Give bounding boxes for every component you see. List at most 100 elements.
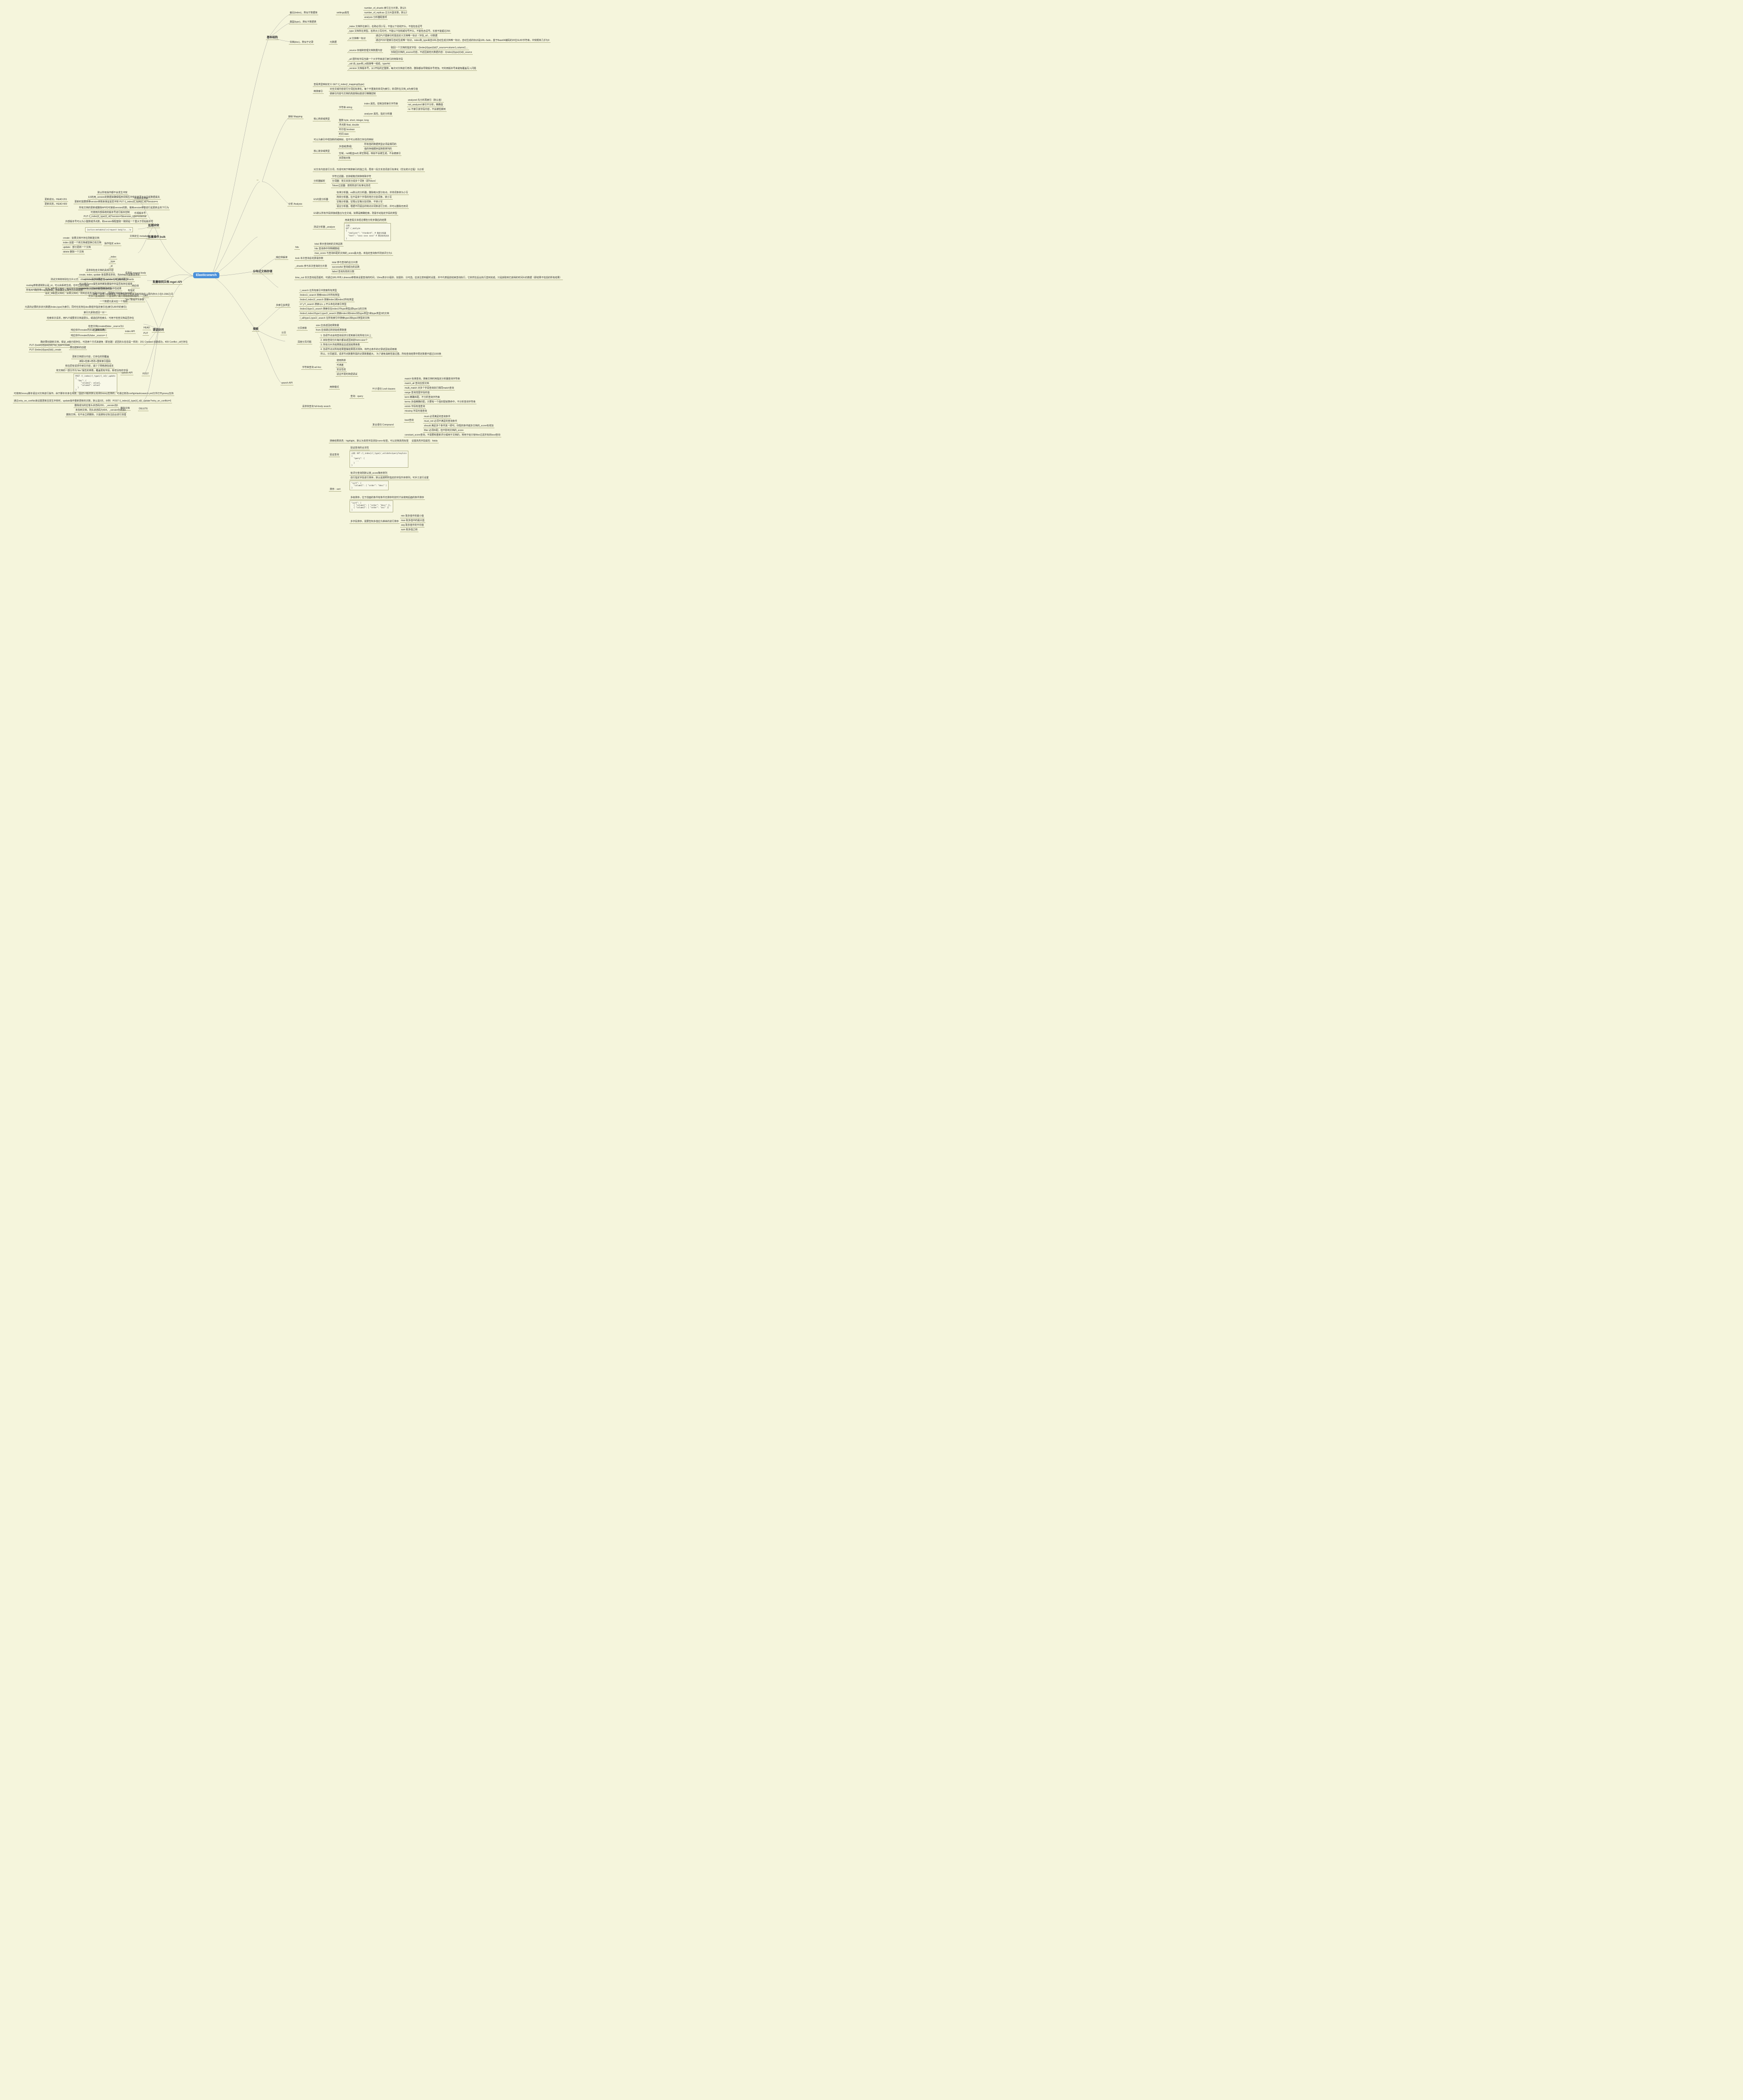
- n-fullbody: 请求体查询 full-body search: [301, 405, 332, 409]
- branch-basic-structure: 基本结构: [266, 35, 279, 40]
- n-cfl-opt-4: 所有文档的更新或删除API均可接受version的数，使用version参数进行…: [78, 206, 170, 210]
- n-mapping: 映射 Mapping: [287, 115, 304, 119]
- n-bulk-id-l: _id: [109, 265, 114, 269]
- n-const: constant_score查询，不需要和重新评分或用于文档的，常用于给只有fi…: [404, 433, 501, 437]
- n-verb-opr-2: PUT /{index}/{type}/{id}/_create: [29, 349, 62, 352]
- n-bulk-req-1: 请求体包含文档的具体内容: [85, 269, 115, 273]
- n-adhoc-4: 适合开发时简便调试: [336, 373, 358, 377]
- n-cfl-opt-2: ES利用_version的数据来确保程序间相互冲突的变更不会引起数据丢失: [87, 195, 161, 200]
- n-verb-cr-2: 响应体中created为false _source=-1: [70, 334, 108, 338]
- n-page: 分页: [281, 331, 287, 335]
- n-ana-step2: 分词器：将文本拆分成多个词条（即Token）: [331, 179, 378, 184]
- n-ana-test-h: 用来查看文本经过哪些分析步骤后的结果: [344, 218, 387, 223]
- n-cfl-opt-3a: 更新成功，HEAD:201: [44, 198, 68, 202]
- n-m-uid: _uid 由_type和_id连接唯一组成，type#id: [347, 62, 391, 66]
- n-mget-2: 一个数据元素对应一个规则: [99, 300, 128, 304]
- n-bool-must: must 必须满足的查询条件: [423, 415, 451, 419]
- n-dist-sh-total: total 参与查询的总分片数: [331, 261, 359, 265]
- n-mget-4: 索引元素取返回一对一: [83, 311, 108, 315]
- n-leaf-mm: multi_match 对多个字段查询执行相同match查询: [404, 386, 455, 390]
- n-sort-min: min 取多值中的最小值: [400, 514, 424, 518]
- n-mapping-idx: 倒排索引: [313, 90, 324, 94]
- n-verb-update-4: 将文档的一部分作为"doc"属性的参数，覆盖局有字段，新增没有的字段: [55, 369, 129, 373]
- n-mapping-core: 核心简单域类型: [313, 117, 331, 121]
- n-m-source-1: 取回一个文档的指定字段：/{index}/{type}/{id}?_source…: [390, 46, 469, 50]
- n-deep-1: 1. 协调节点会将查询请求分发到索引的所有分片上: [320, 334, 373, 338]
- n-leaf-match: match 标准查询，搜索文档时用指定分析器查询字符串: [404, 377, 461, 381]
- n-verb-post: POST: [142, 373, 150, 376]
- n-idx-not: not_analyzed 索引不分析，精确值: [407, 103, 444, 107]
- n-leaf-matchall: match_all 查询全部文档: [404, 382, 430, 386]
- n-cfl-opt-3b: 更新失败，HEAD:409: [44, 202, 68, 207]
- n-mget-3: 元素的必要的多状元数据(Index,type)为索引；同时也支持在doc数组中指…: [24, 305, 127, 310]
- n-cfl-opt-3: 更新时需要携带version参数来保证是否冲突 PUT /{_index}/{_…: [74, 200, 159, 204]
- n-deep-3: 3. 所有分片共结果数是总返回结果条数: [320, 343, 361, 347]
- n-adhoc-1: 使用简单: [336, 359, 347, 363]
- branch-mapping-analysis-wrap: [257, 179, 258, 180]
- n-mapping-add: 可以为索引中增加新的域映射，但不可以修改已存在的映射: [313, 138, 374, 142]
- n-sort-1: 有评分查询则默认按_score降序排列: [350, 471, 388, 476]
- n-search-api: search API: [281, 382, 293, 385]
- n-bool-should: should 满足多个条件其一即可。匹配的条件越多文档的_score有增加: [423, 424, 494, 428]
- n-adhoc: 字符串查询 ad-hoc: [301, 366, 322, 370]
- n-index: 索引(index)，类似于数据库: [289, 11, 318, 15]
- n-sort-3: 多级排序，位于前面的条件有条件无排序判定时才会使用后面的条件排序: [350, 496, 425, 500]
- n-page-par: 分页参数: [297, 327, 308, 331]
- n-dist-hitsarr: hits 查询命中列明细数组: [314, 247, 340, 251]
- n-deep-4: 4. 协调节点对所有结果重做结果再次排序，将符合条件的记录返回给调用端: [320, 348, 398, 352]
- n-m-id: _id 文档唯一标识: [347, 37, 367, 41]
- n-m-id-2: 通过POST建索引自动生成唯一标识，index和_type来自URL自动生成文档…: [375, 39, 550, 43]
- n-core-string: 字符串 string: [338, 106, 353, 110]
- n-dist-shards: _shards 参与本次查询的分片数: [294, 264, 328, 269]
- n-page-size: size 应该返回结果数量: [315, 324, 340, 328]
- n-routing-1: routing参数通常默认是_id，可以由系统生成，也可已自行指定: [25, 284, 90, 288]
- n-deep-2: 2. 目标查询分片每片都会返回目前from+size个: [320, 339, 368, 343]
- n-val-explain: 验证查询的合法性: [350, 446, 370, 450]
- n-core-int: 整数 byte, short, integer, long: [338, 119, 370, 123]
- n-ana-invidx: 对文本内容进行分词，形成可用于倒排索引的独立词。再将一段文本流词进行标准化（优化…: [313, 168, 425, 172]
- n-verb-putindex: index API: [124, 330, 136, 334]
- n-leaf-exists: exists 字段有值查询: [404, 405, 426, 409]
- n-cx-multi-1: 所有值的数据类型必须是相同的: [363, 143, 397, 147]
- n-cfl-ext-2: PUT /{_index}/{_type}/{_id}?version=5&ve…: [83, 215, 147, 219]
- n-adhoc-2: 可读差: [336, 363, 344, 367]
- n-groovy: 可使用Groovy脚本语言对文档进行操作。由于脚本本身在场景，因此5.0版本默认…: [13, 392, 174, 396]
- n-m-id-1: 通过PUT建索引时需自定义文档唯一标识（字段_id），ID数据: [375, 34, 438, 38]
- n-analysis: analysis 分析器配置项: [363, 16, 388, 20]
- n-retry: 通过retry_on_conflict来设置更新且发生冲突时，update操作重…: [13, 399, 172, 403]
- n-leaf-term: term 精确匹配、不分析查询字符串: [404, 396, 441, 400]
- n-cx-obj: 多层级对象: [338, 156, 351, 161]
- n-bool: bool查询: [404, 419, 414, 423]
- n-cx-multi: 多值域(数组): [338, 145, 353, 149]
- n-ana-lang: 语言分析器，根据不同语言的特点对词条进行分析，并可以删除无用词: [336, 205, 409, 209]
- n-dist-max: max_score 与查询匹配的文档的_score最大值，未指定查询条件则该评分…: [314, 252, 393, 256]
- n-ana-test: 测试分析器 _analyze: [313, 225, 336, 230]
- branch-verbs: 谓语动词: [152, 327, 165, 333]
- n-bulk-update: update：部分更新一个文档: [62, 246, 92, 250]
- n-m-source-2: 仅取回文档的_source内容，不返回其他元数据内容：/{index}/{typ…: [390, 51, 473, 55]
- code-sort2: "sort": [ { "column1": { "order": "desc"…: [350, 500, 393, 512]
- n-ana-builtin: ES内置分析器: [313, 198, 329, 202]
- n-meta: 元数据: [329, 40, 338, 45]
- n-sort-2: 自行指定字段进行排序，默认是按照所指定的字段升序排列，可手工进行设置: [350, 476, 430, 480]
- n-analysis: 分析 Analysis: [287, 202, 303, 207]
- n-compound: 复合语句 Compound: [372, 423, 395, 427]
- code-sort1: "sort": { "column1": { "order": "desc" }…: [350, 481, 389, 490]
- n-core-bool: 布尔值 boolean: [338, 128, 355, 132]
- n-leaf-range: range 查询范围字段的值: [404, 391, 430, 395]
- n-deep-5: 所以，分页越深，请求节点数量所需的记录数量越大。 为了避免消耗性能过重，所有查询…: [320, 352, 442, 356]
- n-dist-resp-hits: hits: [294, 246, 300, 250]
- n-dist-timeout: time_out 本次查询是否超时。可通过URL中传入timeout参数来设置查…: [294, 276, 563, 280]
- n-type: 类型(type)，类似于数据表: [289, 20, 317, 24]
- n-mapping-view: 查看类型映射定义 GET /{_index}/_mapping/{type}: [313, 83, 365, 87]
- n-bulk-meta: 文档定位 metadata: [129, 235, 150, 239]
- n-core-date: 时间 date: [338, 132, 350, 137]
- n-bulk-req-2: create, index, update 各需要请求体；当delete不需要请…: [78, 273, 141, 277]
- n-bulk-index: index 创建一个新文档或替换已有文档: [62, 241, 102, 245]
- n-struct-query: 查询：query: [350, 395, 364, 399]
- n-shards: number_of_shards 索引主分片数，默认5: [363, 6, 407, 11]
- n-bulk-delete: delete 删除一个文档: [62, 250, 85, 254]
- n-dist-total: total 表示查询到的文档总数: [314, 242, 344, 247]
- n-verb-update-3: 和在原有请求中读文内容，减少了网络通信成本: [64, 364, 115, 368]
- branch-mget: 批量取回文档 mget API: [152, 280, 183, 285]
